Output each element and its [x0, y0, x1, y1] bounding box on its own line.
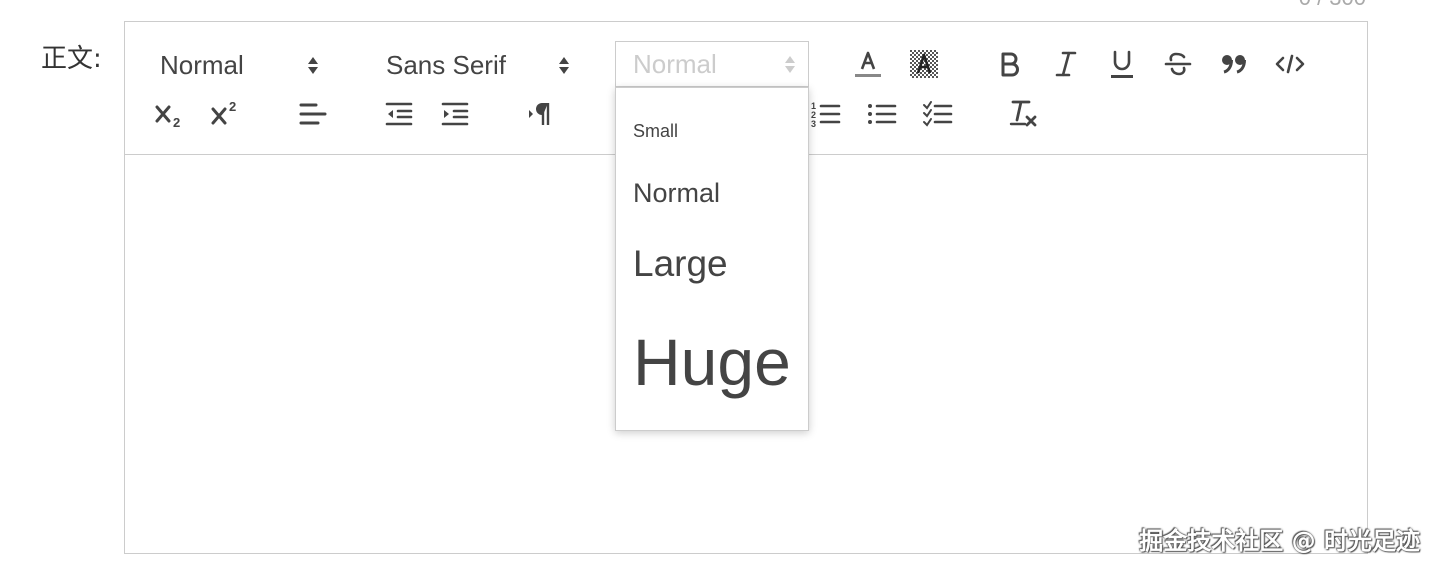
- code-block-button[interactable]: [1270, 44, 1310, 84]
- background-color-button[interactable]: [904, 44, 944, 84]
- quote-icon: [1222, 55, 1246, 74]
- code-icon: [1275, 54, 1305, 74]
- check-list-button[interactable]: [918, 94, 958, 134]
- watermark: 掘金技术社区 @ 时光足迹: [1139, 527, 1420, 555]
- outdent-button[interactable]: [379, 94, 419, 134]
- text-color-button[interactable]: [848, 44, 888, 84]
- bold-icon: [1001, 52, 1019, 77]
- size-option-small[interactable]: Small: [633, 121, 678, 142]
- superscript-button[interactable]: 2: [206, 94, 246, 134]
- superscript-icon: 2: [211, 99, 236, 125]
- indent-button[interactable]: [435, 94, 475, 134]
- chevron-updown-icon: [785, 55, 795, 73]
- bullet-list-button[interactable]: [862, 94, 902, 134]
- chevron-updown-icon: [559, 56, 569, 74]
- clear-format-button[interactable]: [1004, 94, 1044, 134]
- text-direction-icon: [529, 103, 550, 125]
- font-picker[interactable]: Sans Serif: [386, 42, 576, 88]
- editor-content[interactable]: [125, 155, 1367, 553]
- align-button[interactable]: [293, 94, 333, 134]
- align-left-icon: [299, 103, 327, 125]
- svg-text:2: 2: [173, 115, 180, 129]
- font-picker-label: Sans Serif: [386, 49, 506, 80]
- check-list-icon: [923, 101, 953, 127]
- char-counter: 0 / 300: [1299, 0, 1366, 10]
- rich-text-editor: Normal Sans Serif Normal 2 2 1 2 3 Small…: [124, 21, 1368, 554]
- subscript-icon: 2: [155, 105, 180, 129]
- bold-button[interactable]: [990, 44, 1030, 84]
- subscript-button[interactable]: 2: [150, 94, 190, 134]
- direction-button[interactable]: [521, 94, 561, 134]
- underline-icon: [1111, 50, 1133, 78]
- header-picker[interactable]: Normal: [160, 42, 330, 88]
- ordered-list-button[interactable]: 1 2 3: [806, 94, 846, 134]
- strike-button[interactable]: [1158, 44, 1198, 84]
- text-color-icon: [855, 51, 881, 77]
- clear-format-icon: [1009, 100, 1037, 127]
- chevron-updown-icon: [308, 56, 318, 74]
- svg-text:2: 2: [229, 99, 236, 114]
- header-picker-label: Normal: [160, 49, 244, 80]
- italic-button[interactable]: [1046, 44, 1086, 84]
- ordered-list-icon: 1 2 3: [811, 101, 841, 129]
- blockquote-button[interactable]: [1214, 44, 1254, 84]
- italic-icon: [1055, 51, 1077, 77]
- underline-button[interactable]: [1102, 44, 1142, 84]
- editor-toolbar: Normal Sans Serif Normal 2 2 1 2 3 Small…: [125, 22, 1367, 431]
- outdent-icon: [385, 102, 413, 126]
- size-picker[interactable]: Normal: [615, 41, 809, 87]
- indent-icon: [441, 102, 469, 126]
- svg-text:3: 3: [811, 119, 816, 129]
- field-label: 正文:: [41, 44, 102, 74]
- bullet-list-icon: [868, 104, 897, 124]
- strikethrough-icon: [1164, 52, 1192, 76]
- size-picker-label: Normal: [633, 48, 717, 79]
- background-color-icon: [910, 50, 938, 78]
